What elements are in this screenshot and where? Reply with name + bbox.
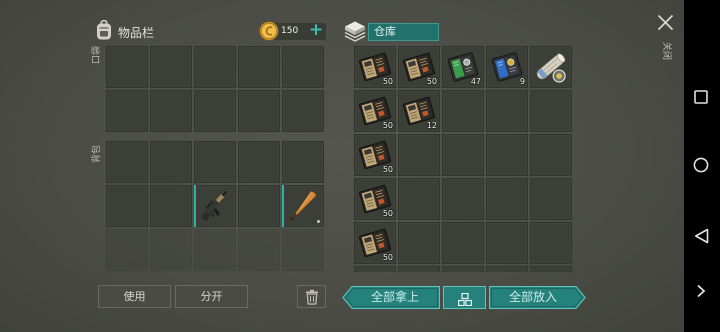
storage-slot[interactable] (486, 90, 528, 132)
backpack-grid (106, 141, 324, 272)
trash-icon (305, 289, 319, 312)
pocket-label: 口袋 (92, 45, 102, 64)
close-icon (657, 14, 674, 35)
storage-slot[interactable]: 9 (486, 46, 528, 88)
backpack-slot[interactable] (150, 141, 192, 183)
storage-icon (343, 19, 367, 46)
pocket-slot[interactable] (238, 90, 280, 132)
backpack-slot[interactable] (106, 185, 148, 227)
nav-expand-icon[interactable] (696, 283, 706, 302)
item-count: 50 (382, 165, 393, 174)
storage-slot[interactable] (486, 178, 528, 220)
pocket-slot[interactable] (282, 46, 324, 88)
pocket-grid (106, 46, 324, 132)
item-count: 50 (382, 209, 393, 218)
storage-slot[interactable] (442, 266, 484, 272)
storage-slot[interactable] (486, 134, 528, 176)
backpack-slot[interactable] (150, 185, 192, 227)
storage-slot[interactable]: 50 (354, 178, 396, 220)
storage-slot[interactable] (442, 178, 484, 220)
storage-slot[interactable] (486, 266, 528, 272)
pocket-slot[interactable] (106, 46, 148, 88)
storage-slot[interactable] (398, 266, 440, 272)
durability-indicator (317, 220, 320, 223)
storage-slot[interactable]: 50 (354, 134, 396, 176)
pocket-slot[interactable] (150, 90, 192, 132)
pocket-slot[interactable] (238, 46, 280, 88)
storage-slot[interactable] (398, 178, 440, 220)
system-nav-bar (684, 0, 720, 332)
storage-slot[interactable] (354, 266, 396, 272)
close-label: 关闭 (661, 42, 671, 61)
backpack-slot[interactable] (106, 141, 148, 183)
backpack-slot[interactable] (238, 141, 280, 183)
item-count: 50 (382, 77, 393, 86)
baseball-bat-icon (284, 187, 322, 225)
use-button[interactable]: 使用 (98, 285, 171, 308)
storage-slot[interactable] (442, 90, 484, 132)
storage-slot[interactable]: 12 (398, 90, 440, 132)
storage-slot[interactable] (486, 222, 528, 264)
take-all-label: 全部拿上 (370, 290, 419, 304)
backpack-icon (94, 19, 114, 45)
backpack-slot (150, 229, 192, 271)
storage-slot[interactable]: 50 (398, 46, 440, 88)
storage-slot[interactable]: 47 (442, 46, 484, 88)
item-count: 9 (519, 77, 525, 86)
storage-slot[interactable] (530, 178, 572, 220)
sort-icon (458, 291, 473, 310)
put-all-button[interactable]: 全部放入 (489, 286, 586, 309)
pocket-slot[interactable] (282, 90, 324, 132)
storage-slot[interactable] (442, 222, 484, 264)
item-count: 50 (426, 77, 437, 86)
storage-slot[interactable] (530, 46, 572, 88)
backpack-slot[interactable] (282, 185, 324, 227)
storage-slot[interactable] (530, 134, 572, 176)
inventory-title: 物品栏 (118, 26, 155, 40)
item-count: 50 (382, 121, 393, 130)
item-count: 50 (382, 253, 393, 262)
storage-slot[interactable] (530, 90, 572, 132)
nav-recents-icon[interactable] (694, 89, 708, 108)
storage-grid: 50 50 47 9 50 12 50 50 50 (354, 46, 572, 272)
storage-slot[interactable] (442, 134, 484, 176)
pocket-slot[interactable] (150, 46, 192, 88)
coin-icon (259, 21, 279, 45)
split-button[interactable]: 分开 (175, 285, 248, 308)
pocket-slot[interactable] (106, 90, 148, 132)
nav-back-icon[interactable] (694, 228, 709, 248)
put-all-label: 全部放入 (508, 290, 557, 304)
backpack-slot[interactable] (194, 185, 236, 227)
pocket-slot[interactable] (194, 46, 236, 88)
storage-slot[interactable] (398, 134, 440, 176)
item-count: 47 (470, 77, 481, 86)
assault-rifle-icon (196, 187, 234, 225)
coin-amount: 150 (281, 26, 299, 36)
trash-button[interactable] (297, 285, 326, 308)
storage-slot[interactable]: 50 (354, 90, 396, 132)
blueprint-scroll-icon (532, 48, 570, 86)
backpack-slot[interactable] (194, 141, 236, 183)
close-button[interactable] (655, 12, 676, 33)
storage-slot[interactable] (530, 266, 572, 272)
storage-slot[interactable]: 50 (354, 46, 396, 88)
inventory-screen: 物品栏 150 + 口袋 背包 使用 分开 仓库 关闭 50 50 47 9 5… (0, 0, 684, 332)
backpack-slot (282, 229, 324, 271)
backpack-slot (106, 229, 148, 271)
item-count: 12 (426, 121, 437, 130)
backpack-label: 背包 (92, 144, 102, 163)
backpack-slot[interactable] (238, 185, 280, 227)
backpack-slot (194, 229, 236, 271)
backpack-slot[interactable] (282, 141, 324, 183)
take-all-button[interactable]: 全部拿上 (342, 286, 440, 309)
storage-slot[interactable]: 50 (354, 222, 396, 264)
storage-slot[interactable] (530, 222, 572, 264)
backpack-slot (238, 229, 280, 271)
storage-title: 仓库 (368, 23, 439, 41)
add-coins-button[interactable]: + (308, 20, 324, 40)
sort-button[interactable] (443, 286, 486, 309)
storage-slot[interactable] (398, 222, 440, 264)
pocket-slot[interactable] (194, 90, 236, 132)
nav-home-icon[interactable] (693, 157, 709, 177)
